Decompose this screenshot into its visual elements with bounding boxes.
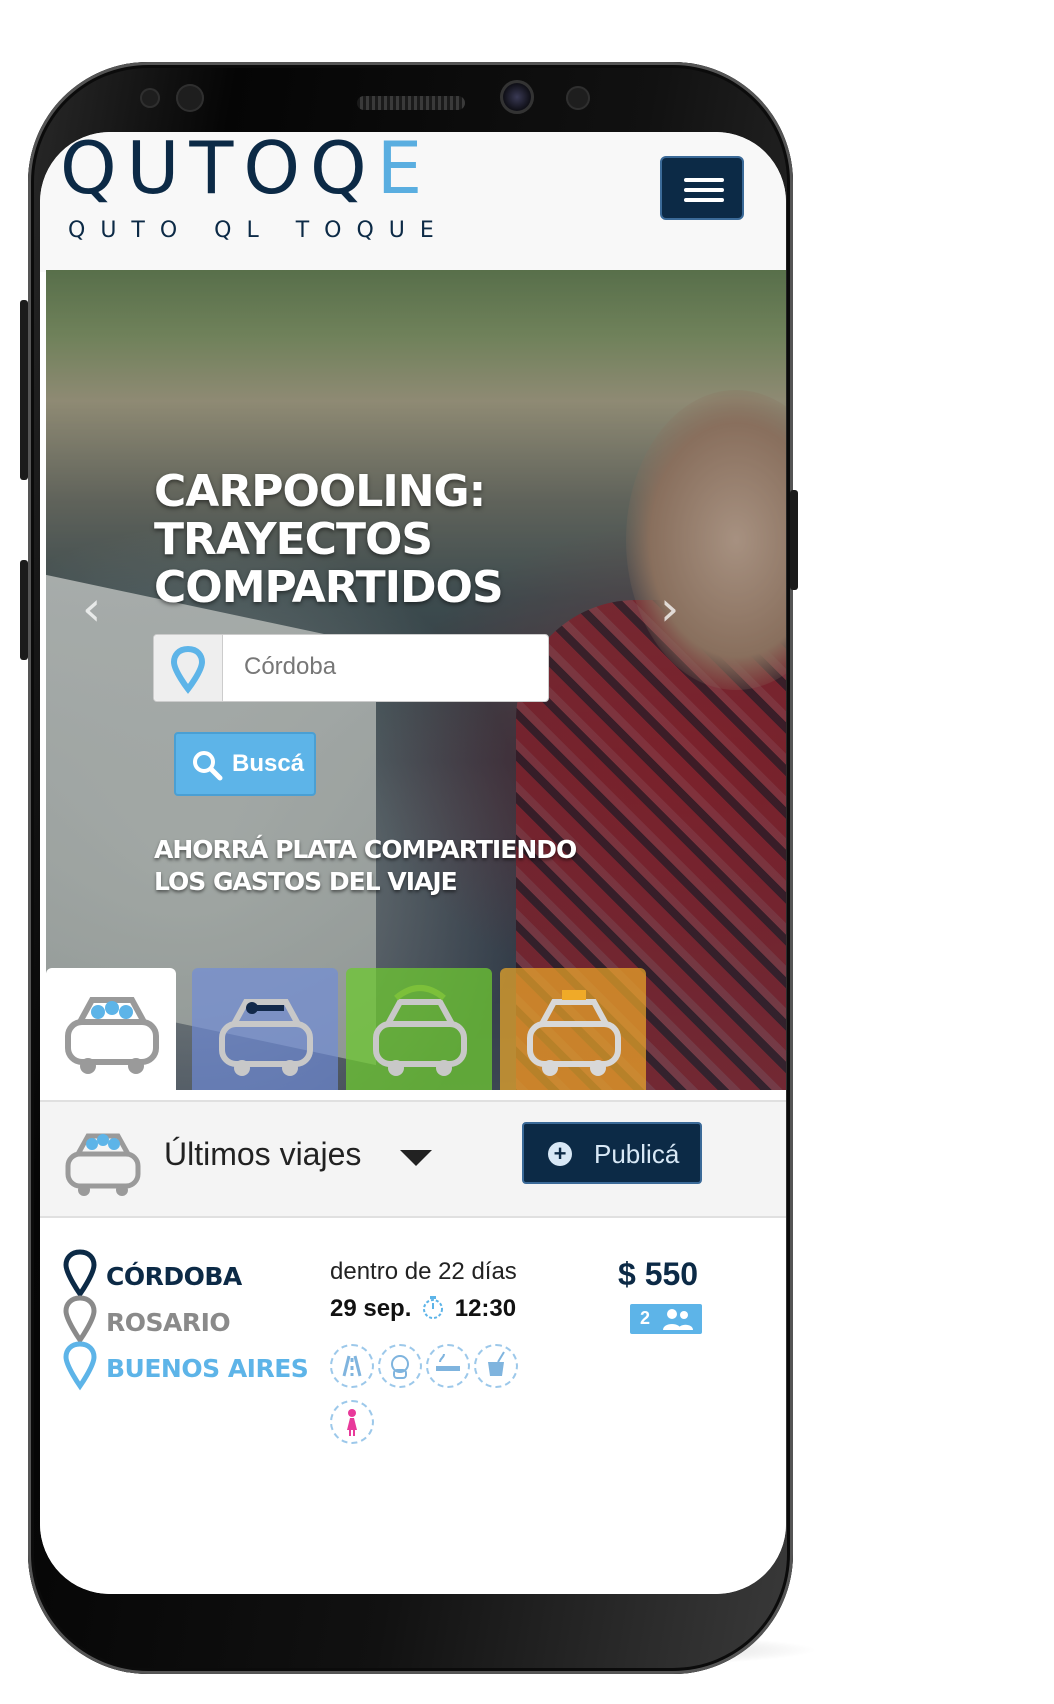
side-button: [20, 300, 28, 480]
trip-date: 29 sep.: [330, 1295, 412, 1322]
publish-button-label: Publicá: [594, 1139, 680, 1169]
side-button: [20, 560, 28, 660]
logo-text-accent: E: [376, 132, 433, 210]
search-field[interactable]: Córdoba: [153, 634, 549, 702]
trip-card[interactable]: CÓRDOBA ROSARIO BUENOS AIRES dentro de 2…: [40, 1218, 786, 1594]
menu-button[interactable]: [660, 156, 744, 220]
hero-tagline: AHORRÁ PLATA COMPARTIENDO LOS GASTOS DEL…: [154, 834, 614, 898]
sensor-dot: [176, 84, 204, 112]
car-leaf-icon: [373, 985, 467, 1076]
highway-icon: [330, 1344, 374, 1388]
logo[interactable]: QUTOQE: [60, 132, 432, 204]
mate-icon: [474, 1344, 518, 1388]
car-sign-icon: [527, 990, 621, 1076]
category-tile-rent[interactable]: [192, 968, 338, 1090]
category-tile-taxi[interactable]: [500, 968, 646, 1090]
trip-price: $ 550: [618, 1256, 699, 1292]
smoking-icon: [426, 1344, 470, 1388]
phone-screen: QUTOQE QUTO QL TOQUE ‹ › CARPOOLING: TRA…: [40, 132, 786, 1594]
trip-datetime: 29 sep. 12:30: [330, 1294, 516, 1323]
trip-destination: BUENOS AIRES: [106, 1354, 309, 1383]
category-tile-carpool[interactable]: [46, 968, 176, 1090]
hero-title-line: COMPARTIDOS: [154, 562, 504, 613]
sensor-dot: [140, 88, 160, 108]
carousel-next-button[interactable]: ›: [660, 585, 679, 633]
search-button[interactable]: Buscá: [174, 732, 316, 796]
origin-pin-icon: [63, 1249, 97, 1299]
seats-count: 2: [640, 1308, 651, 1328]
people-icon: [663, 1309, 693, 1330]
phone-speaker: [357, 96, 465, 110]
stop-pin-icon: [63, 1295, 97, 1345]
logo-text: QUTOQ: [60, 132, 377, 210]
plus-circle-icon: +: [548, 1142, 572, 1166]
hero-title-line: CARPOOLING:: [154, 466, 486, 517]
hero-title: CARPOOLING: TRAYECTOS COMPARTIDOS: [154, 468, 574, 612]
pet-icon: [378, 1344, 422, 1388]
car-pin-icon: [65, 1133, 141, 1196]
front-camera: [500, 80, 534, 114]
hero-title-line: TRAYECTOS: [154, 514, 433, 565]
chevron-down-icon[interactable]: [400, 1150, 432, 1166]
trip-origin: CÓRDOBA: [106, 1262, 242, 1291]
hero-carousel: ‹ › CARPOOLING: TRAYECTOS COMPARTIDOS Có…: [46, 270, 786, 1090]
search-addon: [154, 635, 223, 701]
magnifier-icon: [193, 751, 223, 781]
site-header: QUTOQE QUTO QL TOQUE: [40, 132, 786, 272]
seats-badge: 2: [630, 1304, 702, 1334]
category-tile-share[interactable]: [346, 968, 492, 1090]
stopwatch-icon: [423, 1296, 444, 1319]
logo-tagline: QUTO QL TOQUE: [68, 218, 449, 243]
publish-button[interactable]: + Publicá: [522, 1122, 702, 1184]
trip-relative-date: dentro de 22 días: [330, 1258, 517, 1285]
carousel-prev-button[interactable]: ‹: [82, 585, 101, 633]
sensor-dot: [566, 86, 590, 110]
side-button: [790, 490, 798, 590]
hero-tagline-line: LOS GASTOS DEL VIAJE: [154, 867, 458, 896]
trip-stop: ROSARIO: [106, 1308, 231, 1337]
car-key-icon: [219, 999, 313, 1076]
destination-pin-icon: [63, 1341, 97, 1391]
car-pin-icon: [65, 997, 159, 1074]
search-button-label: Buscá: [232, 750, 305, 777]
latest-trips-bar: Últimos viajes + Publicá: [40, 1100, 786, 1218]
trip-time: 12:30: [454, 1295, 517, 1322]
women-only-icon: [330, 1400, 374, 1444]
map-pin-icon: [170, 645, 206, 694]
hero-tagline-line: AHORRÁ PLATA COMPARTIENDO: [154, 835, 577, 864]
search-input[interactable]: Córdoba: [244, 653, 336, 681]
latest-trips-dropdown[interactable]: Últimos viajes: [164, 1136, 361, 1173]
